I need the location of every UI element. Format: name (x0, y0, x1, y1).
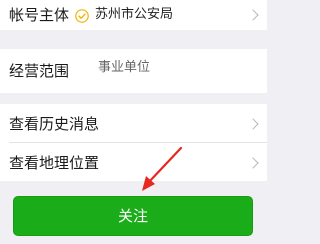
business-scope-value: 事业单位 (98, 60, 151, 75)
business-scope-label: 经营范围 (9, 62, 70, 80)
location-label: 查看地理位置 (9, 154, 100, 172)
account-subject-value: 苏州市公安局 (95, 7, 174, 22)
location-row[interactable]: 查看地理位置 (0, 143, 267, 181)
links-section: 查看历史消息 查看地理位置 (0, 104, 267, 181)
chevron-right-icon (247, 118, 259, 130)
chevron-right-icon (247, 157, 259, 169)
follow-button[interactable]: 关注 (13, 196, 253, 236)
verified-check-icon (75, 8, 89, 23)
account-subject-label: 帐号主体 (9, 6, 70, 24)
business-scope-section: 经营范围 事业单位 (0, 49, 267, 93)
chevron-right-icon (247, 9, 259, 21)
history-messages-label: 查看历史消息 (9, 115, 100, 133)
account-subject-section: 帐号主体 苏州市公安局 (0, 0, 267, 30)
history-messages-row[interactable]: 查看历史消息 (0, 104, 267, 142)
